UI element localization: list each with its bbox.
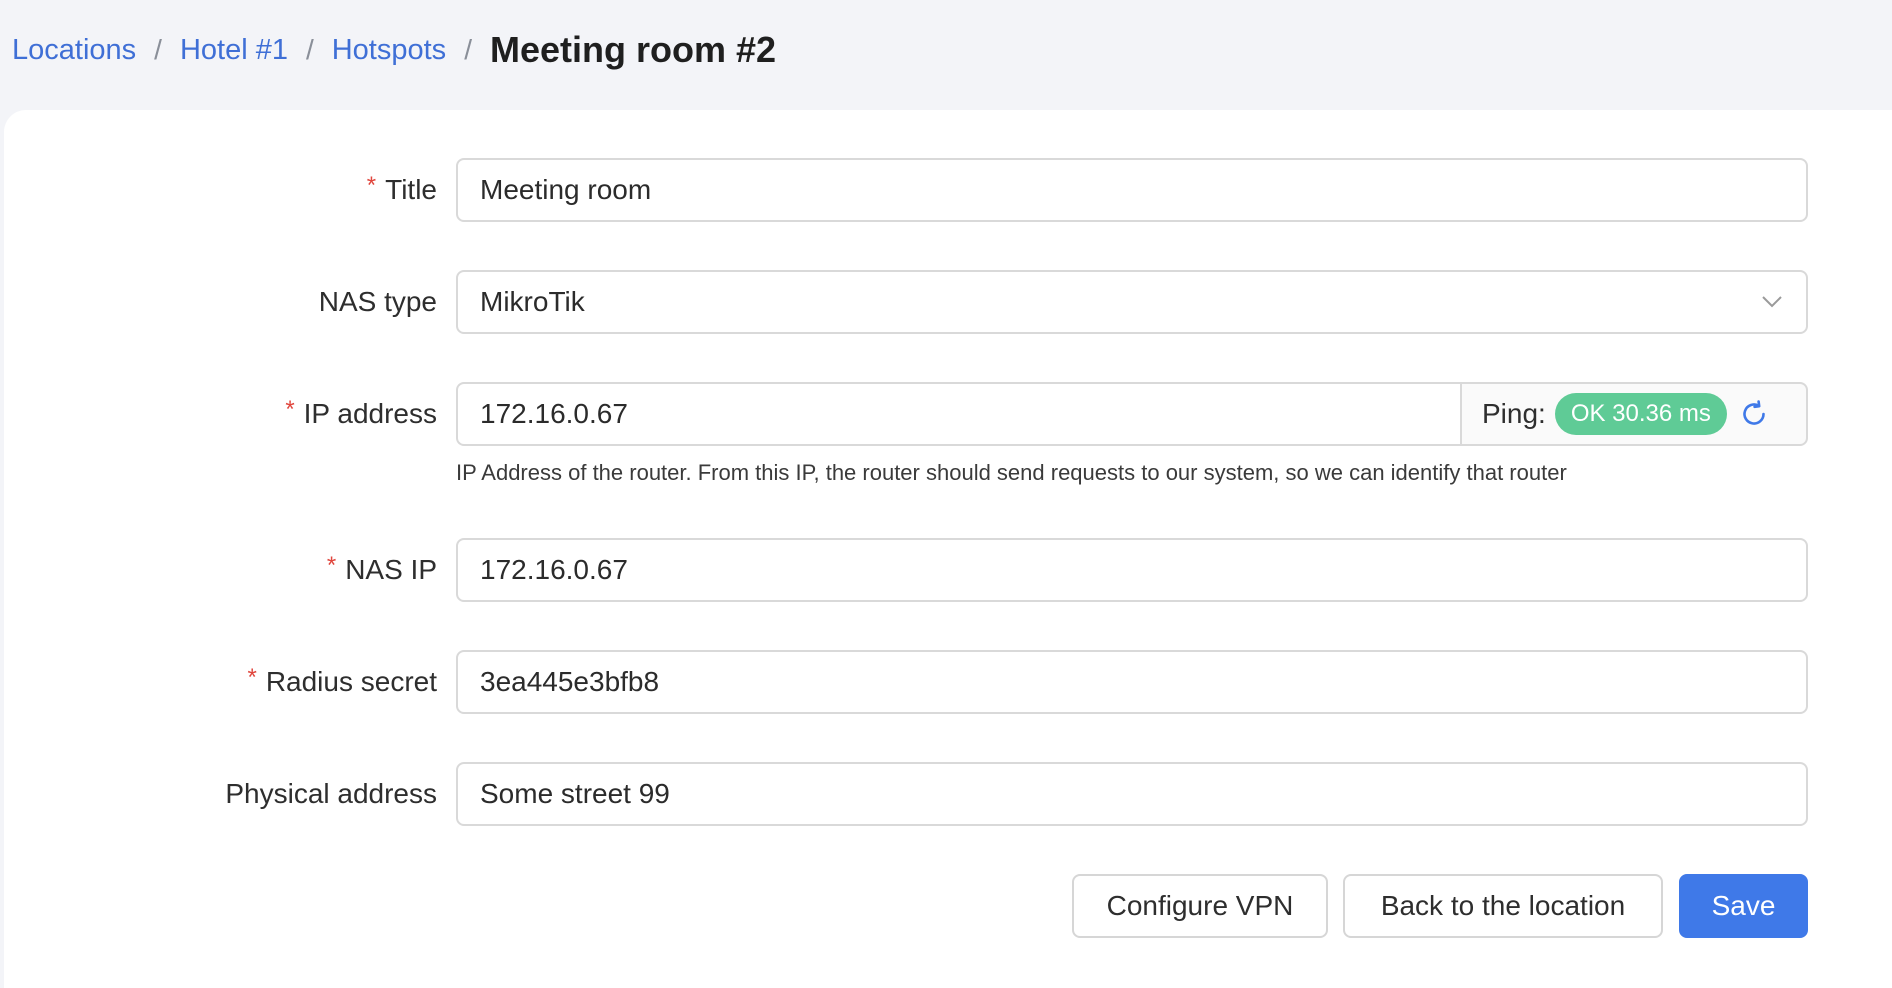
breadcrumb-separator: / [464,34,472,65]
required-marker: * [366,172,377,199]
nas-type-select[interactable]: MikroTik [456,270,1808,334]
nas-ip-label-text: NAS IP [345,554,437,585]
form-row-nas-type: NAS type MikroTik [4,270,1892,334]
physical-address-input[interactable]: Some street 99 [456,762,1808,826]
radius-secret-value: 3ea445e3bfb8 [480,666,660,697]
breadcrumb-hotel-link[interactable]: Hotel #1 [180,34,288,67]
nas-type-value: MikroTik [480,286,585,317]
title-input[interactable]: Meeting room [456,158,1808,222]
breadcrumb-hotspots-link[interactable]: Hotspots [332,34,446,67]
ip-address-hint: IP Address of the router. From this IP, … [456,460,1567,485]
ping-label: Ping: [1482,398,1546,429]
ping-addon: Ping: OK 30.36 ms [1460,382,1808,446]
required-marker: * [247,664,257,691]
form-row-physical-address: Physical address Some street 99 [4,762,1892,826]
nas-ip-value: 172.16.0.67 [480,554,628,585]
ip-address-group: 172.16.0.67 Ping: OK 30.36 ms [456,382,1808,446]
physical-address-label: Physical address [225,762,437,826]
required-marker: * [326,552,337,579]
ip-address-label-text: IP address [303,398,437,429]
chevron-down-icon [1760,290,1784,314]
refresh-icon[interactable] [1739,399,1769,429]
page: Locations / Hotel #1 / Hotspots / Meetin… [0,0,1892,988]
configure-vpn-button[interactable]: Configure VPN [1072,874,1328,938]
title-label-text: Title [385,174,437,205]
breadcrumb-separator: / [305,34,314,65]
physical-address-value: Some street 99 [480,778,670,809]
back-to-location-button[interactable]: Back to the location [1343,874,1663,938]
page-title: Meeting room #2 [489,29,777,70]
save-button[interactable]: Save [1679,874,1808,938]
form-card: * Title Meeting room NAS type MikroTik * [4,110,1892,988]
physical-address-label-text: Physical address [225,778,437,809]
form-row-radius-secret: * Radius secret 3ea445e3bfb8 [4,650,1892,714]
ip-address-input[interactable]: 172.16.0.67 [456,382,1460,446]
radius-secret-label-text: Radius secret [265,666,437,697]
form-row-ip-address: * IP address 172.16.0.67 Ping: OK 30.36 … [4,382,1892,485]
breadcrumb: Locations / Hotel #1 / Hotspots / Meetin… [12,22,776,78]
ip-address-label: * IP address [285,382,437,446]
form-row-nas-ip: * NAS IP 172.16.0.67 [4,538,1892,602]
nas-ip-label: * NAS IP [327,538,437,602]
radius-secret-input[interactable]: 3ea445e3bfb8 [456,650,1808,714]
title-input-value: Meeting room [480,174,652,205]
breadcrumb-separator: / [154,34,162,65]
form-row-title: * Title Meeting room [4,158,1892,222]
title-label: * Title [367,158,437,222]
nas-type-label: NAS type [319,270,437,334]
ping-status-badge: OK 30.36 ms [1554,393,1727,435]
ip-address-value: 172.16.0.67 [480,398,628,429]
nas-type-label-text: NAS type [318,286,437,317]
breadcrumb-locations-link[interactable]: Locations [12,34,136,67]
radius-secret-label: * Radius secret [247,650,437,714]
nas-ip-input[interactable]: 172.16.0.67 [456,538,1808,602]
required-marker: * [285,396,295,423]
